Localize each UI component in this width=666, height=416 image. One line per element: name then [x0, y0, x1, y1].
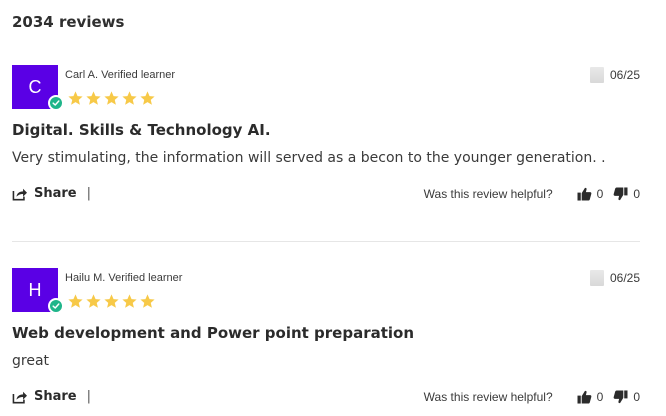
- star-icon: [85, 293, 102, 310]
- share-button[interactable]: Share |: [12, 186, 91, 201]
- review-title: Web development and Power point preparat…: [12, 324, 415, 342]
- review-date: 06/25: [589, 67, 640, 83]
- date-text: 06/25: [609, 271, 640, 285]
- helpful-question: Was this review helpful?: [423, 390, 553, 404]
- reviewer-name: Hailu M. Verified learner: [65, 272, 183, 284]
- helpful-question: Was this review helpful?: [423, 187, 553, 201]
- star-icon: [103, 90, 120, 107]
- star-icon: [67, 90, 84, 107]
- thumbs-down-icon: [613, 390, 628, 404]
- downvote-count: 0: [633, 187, 640, 201]
- upvote-button[interactable]: 0: [577, 390, 604, 404]
- flag-icon[interactable]: [589, 67, 604, 83]
- divider: [12, 241, 640, 242]
- downvote-count: 0: [633, 390, 640, 404]
- star-icon: [139, 90, 156, 107]
- review-body: great: [12, 353, 50, 369]
- share-button[interactable]: Share |: [12, 389, 91, 404]
- flag-icon[interactable]: [589, 270, 604, 286]
- upvote-count: 0: [596, 390, 604, 404]
- star-icon: [85, 90, 102, 107]
- upvote-count: 0: [596, 187, 604, 201]
- star-icon: [103, 293, 120, 310]
- upvote-button[interactable]: 0: [577, 187, 604, 201]
- date-text: 06/25: [609, 68, 640, 82]
- review-date: 06/25: [589, 270, 640, 286]
- downvote-button[interactable]: 0: [613, 390, 640, 404]
- helpful-section: Was this review helpful? 0 0: [424, 390, 640, 404]
- downvote-button[interactable]: 0: [613, 187, 640, 201]
- review-title: Digital. Skills & Technology AI.: [12, 121, 271, 139]
- share-icon: [12, 187, 28, 201]
- star-icon: [67, 293, 84, 310]
- star-rating: [67, 293, 156, 310]
- thumbs-down-icon: [613, 187, 628, 201]
- star-rating: [67, 90, 156, 107]
- review-body: Very stimulating, the information will s…: [12, 150, 606, 166]
- verified-check-icon: [48, 95, 64, 111]
- star-icon: [121, 90, 138, 107]
- star-icon: [121, 293, 138, 310]
- verified-check-icon: [48, 298, 64, 314]
- thumbs-up-icon: [577, 390, 592, 404]
- share-label: Share: [34, 389, 77, 404]
- thumbs-up-icon: [577, 187, 592, 201]
- reviews-count: 2034 reviews: [12, 13, 125, 31]
- separator: |: [86, 186, 92, 201]
- share-label: Share: [34, 186, 77, 201]
- reviewer-name: Carl A. Verified learner: [65, 69, 176, 81]
- star-icon: [139, 293, 156, 310]
- separator: |: [86, 389, 92, 404]
- helpful-section: Was this review helpful? 0 0: [424, 187, 640, 201]
- share-icon: [12, 390, 28, 404]
